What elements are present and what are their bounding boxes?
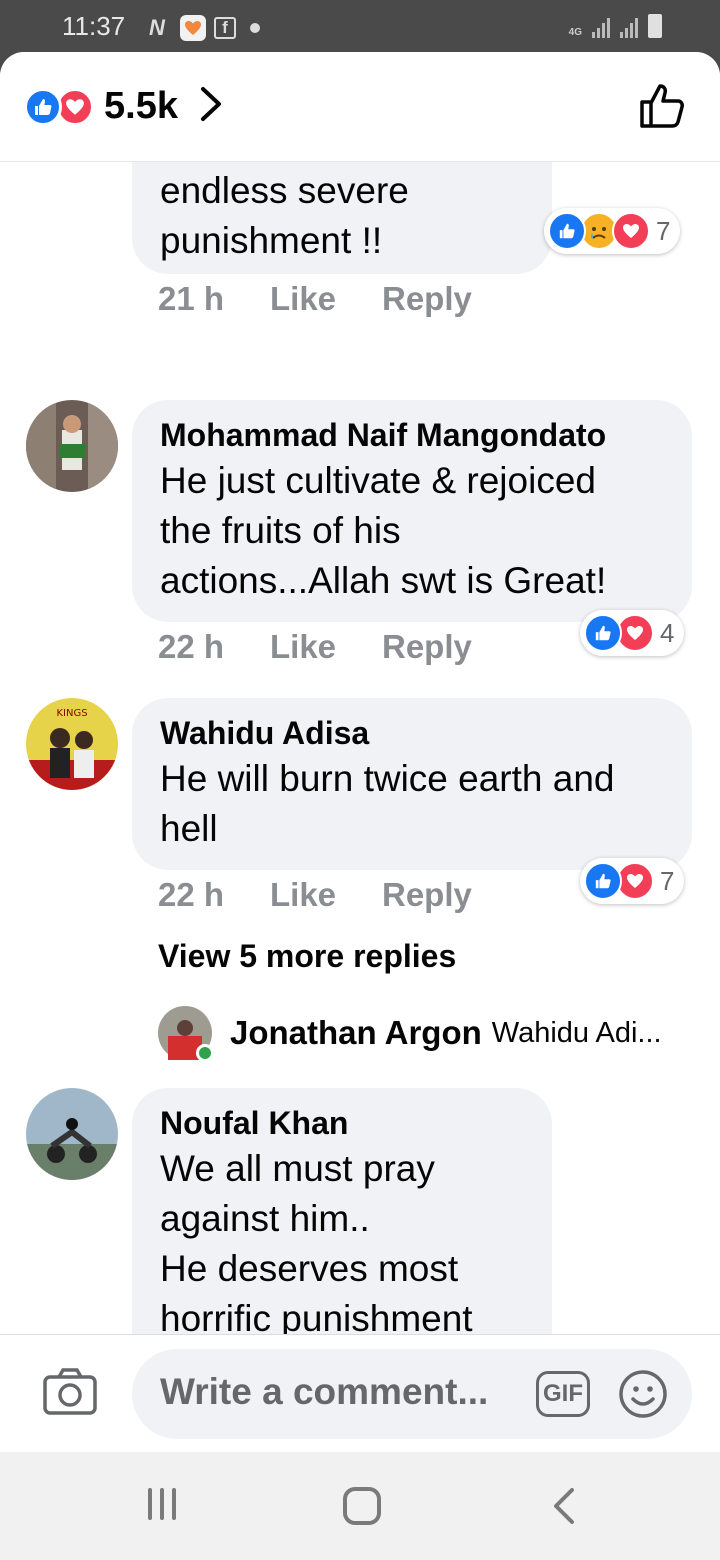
like-button[interactable]: Like — [270, 876, 382, 914]
like-button[interactable]: Like — [270, 280, 382, 318]
svg-text:KINGS: KINGS — [56, 708, 87, 719]
network-type: 4G — [568, 27, 582, 38]
reply-button[interactable]: Reply — [382, 876, 472, 914]
avatar[interactable] — [26, 1088, 118, 1180]
system-icons: 4G — [569, 14, 662, 38]
comment-text: endless severe punishment !! — [160, 170, 409, 261]
chevron-right-icon — [200, 86, 222, 127]
view-more-replies-link[interactable]: View 5 more replies — [158, 938, 456, 975]
comment-placeholder: Write a comment... — [160, 1371, 489, 1412]
reply-button[interactable]: Reply — [382, 628, 472, 666]
recent-apps-icon[interactable] — [144, 1486, 180, 1527]
online-status-indicator — [196, 1044, 214, 1062]
facebook-icon: f — [214, 17, 236, 39]
avatar[interactable] — [158, 1006, 214, 1062]
comment-reactions[interactable]: 7 — [580, 858, 685, 904]
reply-author: Jonathan Argon — [230, 1014, 482, 1051]
comment-meta: 22 h Like Reply — [158, 876, 472, 914]
comment-author[interactable]: Wahidu Adisa — [160, 712, 664, 754]
like-icon — [584, 862, 622, 900]
comment-text: He will burn twice earth and hell — [160, 758, 615, 849]
status-time: 11:37 — [62, 11, 126, 41]
notification-icons: N f — [142, 15, 260, 41]
reaction-count: 7 — [660, 865, 675, 896]
reaction-count: 7 — [656, 215, 671, 246]
battery-icon — [648, 14, 662, 38]
comment-author[interactable]: Mohammad Naif Mangondato — [160, 414, 664, 456]
comment-input[interactable]: Write a comment... GIF — [132, 1349, 692, 1439]
comments-sheet: 5.5k endless severe punishment !! 7 21 h… — [0, 52, 720, 1452]
heart-app-icon — [180, 15, 206, 41]
comment-time: 22 h — [158, 628, 225, 665]
comment-bubble[interactable]: Wahidu Adisa He will burn twice earth an… — [132, 698, 692, 870]
comment-time: 21 h — [158, 280, 225, 317]
reactions-summary[interactable]: 5.5k — [24, 85, 222, 128]
comment-reactions[interactable]: 7 — [544, 208, 681, 254]
comment-composer: Write a comment... GIF — [0, 1334, 720, 1452]
comment-bubble[interactable]: endless severe punishment !! — [132, 162, 552, 274]
sheet-header: 5.5k — [0, 52, 720, 162]
like-icon — [584, 614, 622, 652]
gif-button[interactable]: GIF — [536, 1371, 590, 1417]
like-icon — [24, 87, 62, 126]
signal-icon — [620, 14, 638, 38]
comment-meta: 21 h Like Reply — [158, 280, 472, 318]
signal-icon — [592, 14, 610, 38]
comments-list: endless severe punishment !! 7 21 h Like… — [0, 162, 720, 1334]
comment-text: We all must pray against him.. He deserv… — [160, 1148, 473, 1334]
comment-bubble[interactable]: Mohammad Naif Mangondato He just cultiva… — [132, 400, 692, 622]
system-nav-bar — [0, 1452, 720, 1560]
comment-reactions[interactable]: 4 — [580, 610, 685, 656]
back-icon[interactable] — [550, 1486, 578, 1531]
reply-preview[interactable]: Jonathan Argon Wahidu Adi... — [158, 1006, 662, 1062]
comment-meta: 22 h Like Reply — [158, 628, 472, 666]
comment-text: He just cultivate & rejoiced the fruits … — [160, 460, 607, 601]
thumbs-up-outline-icon[interactable] — [638, 82, 686, 135]
n-app-icon: N — [149, 15, 165, 40]
like-icon — [548, 212, 586, 250]
comment-bubble[interactable]: Noufal Khan We all must pray against him… — [132, 1088, 552, 1334]
total-reactions: 5.5k — [104, 85, 178, 127]
reply-button[interactable]: Reply — [382, 280, 472, 318]
emoji-icon[interactable] — [618, 1369, 668, 1424]
reply-snippet: Wahidu Adi... — [491, 1016, 662, 1049]
dot-icon — [250, 23, 260, 33]
avatar[interactable] — [26, 400, 118, 492]
status-bar: 11:37 N f 4G — [0, 0, 720, 56]
comment-time: 22 h — [158, 876, 225, 913]
home-icon[interactable] — [342, 1486, 382, 1531]
like-button[interactable]: Like — [270, 628, 382, 666]
love-icon — [612, 212, 650, 250]
reaction-count: 4 — [660, 617, 675, 648]
camera-icon[interactable] — [42, 1367, 98, 1422]
avatar[interactable]: KINGS — [26, 698, 118, 790]
comment-author[interactable]: Noufal Khan — [160, 1102, 524, 1144]
